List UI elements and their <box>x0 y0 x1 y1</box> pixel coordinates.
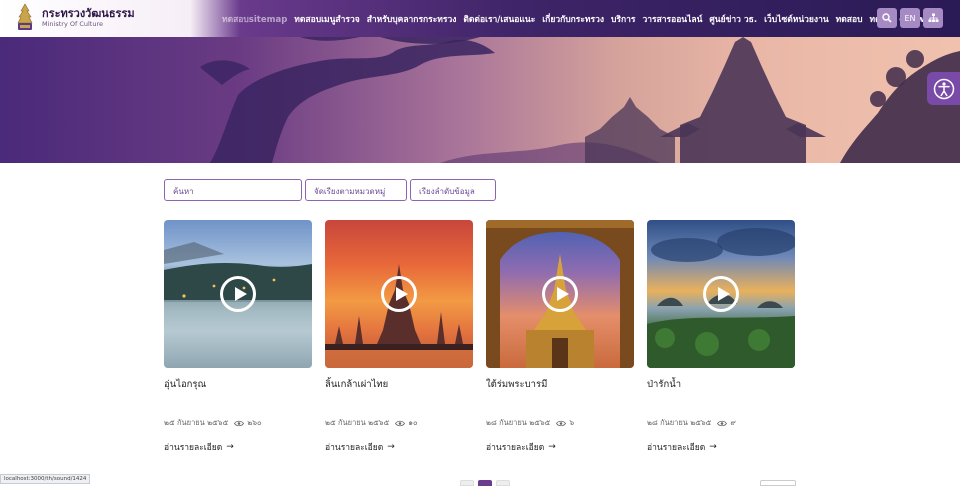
card-meta: ๒๕ กันยายน ๒๕๖๕ ๑๐ <box>325 418 473 428</box>
card-title[interactable]: ป่ารักน้ำ <box>647 377 795 405</box>
read-more-label: อ่านรายละเอียด <box>486 443 545 453</box>
card-date: ๒๕ กันยายน ๒๕๖๕ <box>325 418 390 427</box>
nav-item-contact[interactable]: ติดต่อเรา/เสนอแนะ <box>463 12 535 26</box>
card-views: ๒๖๐ <box>247 418 262 427</box>
card-date: ๒๘ กันยายน ๒๕๖๕ <box>647 418 712 427</box>
eye-icon <box>717 420 728 426</box>
ministry-emblem-icon <box>17 3 33 30</box>
site-subtitle: Ministry Of Culture <box>42 20 103 29</box>
card-thumbnail[interactable] <box>325 220 473 368</box>
page-size-select[interactable] <box>760 480 796 486</box>
sort-select[interactable]: เรียงลำดับข้อมูล <box>410 179 496 201</box>
header-tools: EN <box>877 8 943 28</box>
accessibility-button[interactable] <box>927 72 960 105</box>
play-icon[interactable] <box>542 276 578 312</box>
pagination-current[interactable] <box>478 480 492 486</box>
card-title[interactable]: อุ่นไอกรุณ <box>164 377 312 405</box>
card-meta: ๒๘ กันยายน ๒๕๖๕ ๙ <box>647 418 795 428</box>
card-meta: ๒๘ กันยายน ๒๕๖๕ ๖ <box>486 418 634 428</box>
sound-card-list: อุ่นไอกรุณ ๒๕ กันยายน ๒๕๖๕ ๒๖๐ อ่านรายละ… <box>164 220 795 454</box>
filter-bar: ค้นหา จัดเรียงตามหมวดหมู่ เรียงลำดับข้อม… <box>164 179 496 201</box>
nav-item-services[interactable]: บริการ <box>611 12 635 26</box>
read-more-link[interactable]: อ่านรายละเอียด → <box>647 440 795 454</box>
card-date: ๒๕ กันยายน ๒๕๖๕ <box>164 418 229 427</box>
pagination-prev[interactable] <box>460 480 474 486</box>
card-title[interactable]: ใต้ร่มพระบารมี <box>486 377 634 405</box>
category-select[interactable]: จัดเรียงตามหมวดหมู่ <box>305 179 407 201</box>
nav-item-about[interactable]: เกี่ยวกับกระทรวง <box>542 12 604 26</box>
banner-silhouette-image <box>200 37 960 163</box>
nav-item-news-center[interactable]: ศูนย์ข่าว วธ. <box>709 12 757 26</box>
nav-item-staff[interactable]: สำหรับบุคลากรกระทรวง <box>367 12 457 26</box>
accessibility-icon <box>933 78 954 99</box>
nav-item-test[interactable]: ทดสอบ <box>836 12 863 26</box>
read-more-label: อ่านรายละเอียด <box>325 443 384 453</box>
sound-card[interactable]: ใต้ร่มพระบารมี ๒๘ กันยายน ๒๕๖๕ ๖ อ่านราย… <box>486 220 634 454</box>
site-logo[interactable]: กระทรวงวัฒนธรรม Ministry Of Culture <box>14 3 135 33</box>
sound-card[interactable]: ป่ารักน้ำ ๒๘ กันยายน ๒๕๖๕ ๙ อ่านรายละเอี… <box>647 220 795 454</box>
main-nav: ทดสอบsitemap ทดสอบเมนูสำรวจ สำหรับบุคลาก… <box>222 0 932 37</box>
card-thumbnail[interactable] <box>486 220 634 368</box>
read-more-label: อ่านรายละเอียด <box>647 443 706 453</box>
card-views: ๑๐ <box>408 418 418 427</box>
search-button[interactable] <box>877 8 897 28</box>
nav-item-survey-test[interactable]: ทดสอบเมนูสำรวจ <box>294 12 359 26</box>
eye-icon <box>395 420 406 426</box>
card-views: ๖ <box>569 418 575 427</box>
eye-icon <box>556 420 567 426</box>
card-thumbnail[interactable] <box>647 220 795 368</box>
sitemap-button[interactable] <box>923 8 943 28</box>
nav-item-journal[interactable]: วารสารออนไลน์ <box>642 12 702 26</box>
card-meta: ๒๕ กันยายน ๒๕๖๕ ๒๖๐ <box>164 418 312 428</box>
nav-item-sitemap-test[interactable]: ทดสอบsitemap <box>222 12 287 26</box>
play-icon[interactable] <box>381 276 417 312</box>
sound-card[interactable]: ลิ้นเกล้าเผ่าไทย ๒๕ กันยายน ๒๕๖๕ ๑๐ อ่าน… <box>325 220 473 454</box>
play-icon[interactable] <box>220 276 256 312</box>
read-more-link[interactable]: อ่านรายละเอียด → <box>486 440 634 454</box>
browser-status-bar: localhost:3000/th/sound/1424 <box>0 474 91 484</box>
card-title[interactable]: ลิ้นเกล้าเผ่าไทย <box>325 377 473 405</box>
eye-icon <box>234 420 245 426</box>
hero-banner <box>0 37 960 163</box>
card-date: ๒๘ กันยายน ๒๕๖๕ <box>486 418 551 427</box>
arrow-right-icon: → <box>387 442 395 452</box>
search-icon <box>882 13 892 23</box>
search-input[interactable]: ค้นหา <box>164 179 302 201</box>
read-more-label: อ่านรายละเอียด <box>164 443 223 453</box>
arrow-right-icon: → <box>709 442 717 452</box>
arrow-right-icon: → <box>548 442 556 452</box>
site-header: กระทรวงวัฒนธรรม Ministry Of Culture ทดสอ… <box>0 0 960 37</box>
pagination-next[interactable] <box>496 480 510 486</box>
read-more-link[interactable]: อ่านรายละเอียด → <box>325 440 473 454</box>
sound-card[interactable]: อุ่นไอกรุณ ๒๕ กันยายน ๒๕๖๕ ๒๖๐ อ่านรายละ… <box>164 220 312 454</box>
play-icon[interactable] <box>703 276 739 312</box>
arrow-right-icon: → <box>226 442 234 452</box>
card-views: ๙ <box>730 418 736 427</box>
nav-item-agency-websites[interactable]: เว็บไซต์หน่วยงาน <box>764 12 829 26</box>
card-thumbnail[interactable] <box>164 220 312 368</box>
site-title: กระทรวงวัฒนธรรม <box>42 7 135 21</box>
language-button[interactable]: EN <box>900 8 920 28</box>
read-more-link[interactable]: อ่านรายละเอียด → <box>164 440 312 454</box>
sitemap-icon <box>928 13 938 22</box>
